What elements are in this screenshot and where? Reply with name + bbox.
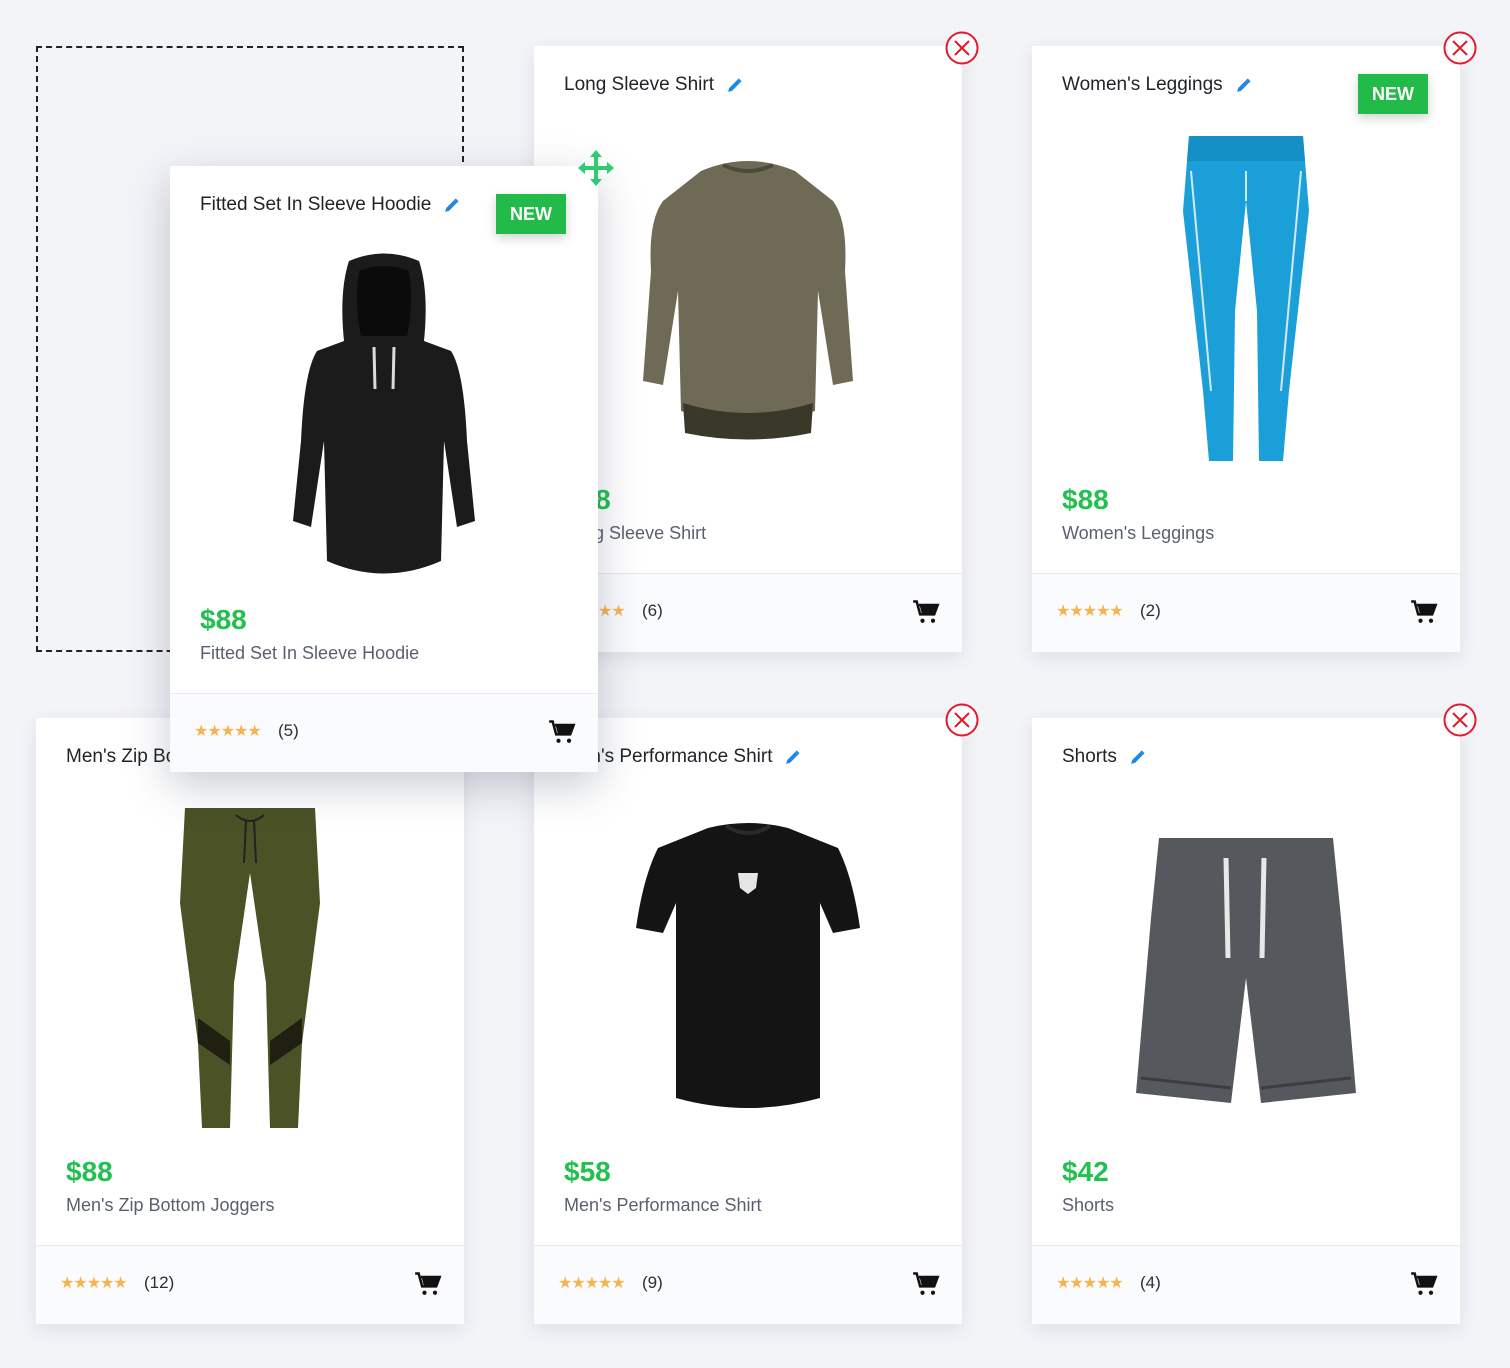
review-count: (2) xyxy=(1140,601,1161,620)
card-footer: ★★★★★ (9) xyxy=(534,1245,962,1324)
product-card-mens-zip-bottom-joggers[interactable]: Men's Zip Bottom Joggers $88 Men's Zip B… xyxy=(36,718,464,1324)
new-badge: NEW xyxy=(1358,74,1428,114)
card-footer: ★★★★★ (2) xyxy=(1032,573,1460,652)
cart-icon[interactable] xyxy=(1410,598,1438,626)
product-image xyxy=(598,126,898,476)
edit-icon[interactable] xyxy=(1129,749,1146,766)
price: $58 xyxy=(564,1156,611,1187)
leggings-image xyxy=(1183,136,1309,461)
new-badge: NEW xyxy=(496,194,566,234)
card-footer: ★★★★★ (5) xyxy=(170,693,598,772)
card-title-text: Shorts xyxy=(1062,746,1117,767)
product-image xyxy=(1096,798,1396,1148)
shorts-image xyxy=(1136,838,1356,1103)
product-image xyxy=(598,798,898,1148)
long-sleeve-shirt-image xyxy=(643,161,853,440)
cart-icon[interactable] xyxy=(548,718,576,746)
card-title-text: Long Sleeve Shirt xyxy=(564,74,714,95)
cart-icon[interactable] xyxy=(414,1270,442,1298)
move-icon[interactable] xyxy=(576,148,616,188)
joggers-image xyxy=(180,808,320,1128)
product-image xyxy=(234,246,534,596)
edit-icon[interactable] xyxy=(726,77,743,94)
card-footer: ★★★★★ (4) xyxy=(1032,1245,1460,1324)
card-title: Shorts xyxy=(1062,746,1146,768)
star-rating: ★★★★★ xyxy=(194,723,262,740)
card-title: Fitted Set In Sleeve Hoodie xyxy=(200,194,460,216)
price: $88 xyxy=(200,604,247,635)
close-icon[interactable] xyxy=(1443,703,1477,737)
card-title: Men's Performance Shirt xyxy=(564,746,801,768)
price: $42 xyxy=(1062,1156,1109,1187)
star-rating: ★★★★★ xyxy=(60,1275,128,1292)
product-name: Women's Leggings xyxy=(1062,523,1215,543)
product-card-shorts[interactable]: Shorts $42 Shorts ★★★★★ (4) xyxy=(1032,718,1460,1324)
card-footer: ★★★★★ (12) xyxy=(36,1245,464,1324)
product-card-fitted-set-in-sleeve-hoodie[interactable]: Fitted Set In Sleeve Hoodie NEW $88 Fitt… xyxy=(170,166,598,772)
product-name: Fitted Set In Sleeve Hoodie xyxy=(200,643,420,663)
card-title: Long Sleeve Shirt xyxy=(564,74,743,96)
star-rating: ★★★★★ xyxy=(1056,1275,1124,1292)
edit-icon[interactable] xyxy=(443,197,460,214)
edit-icon[interactable] xyxy=(784,749,801,766)
price: $88 xyxy=(1062,484,1109,515)
product-name: Men's Performance Shirt xyxy=(564,1195,762,1215)
cart-icon[interactable] xyxy=(1410,1270,1438,1298)
card-footer: ★★★★★ (6) xyxy=(534,573,962,652)
close-icon[interactable] xyxy=(1443,31,1477,65)
close-icon[interactable] xyxy=(945,703,979,737)
review-count: (12) xyxy=(144,1273,175,1292)
review-count: (6) xyxy=(642,601,663,620)
product-name: Men's Zip Bottom Joggers xyxy=(66,1195,275,1215)
star-rating: ★★★★★ xyxy=(1056,603,1124,620)
product-card-womens-leggings[interactable]: Women's Leggings NEW $88 Women's Legging… xyxy=(1032,46,1460,652)
review-count: (9) xyxy=(642,1273,663,1292)
review-count: (4) xyxy=(1140,1273,1161,1292)
cart-icon[interactable] xyxy=(912,598,940,626)
product-card-mens-performance-shirt[interactable]: Men's Performance Shirt $58 Men's Perfor… xyxy=(534,718,962,1324)
product-image xyxy=(100,798,400,1148)
product-name: Shorts xyxy=(1062,1195,1115,1215)
card-title-text: Fitted Set In Sleeve Hoodie xyxy=(200,194,432,215)
close-icon[interactable] xyxy=(945,31,979,65)
review-count: (5) xyxy=(278,721,299,740)
card-title: Women's Leggings xyxy=(1062,74,1252,96)
hoodie-image xyxy=(293,253,475,574)
product-card-long-sleeve-shirt[interactable]: Long Sleeve Shirt $88 Long Sleeve Shirt … xyxy=(534,46,962,652)
price: $88 xyxy=(66,1156,113,1187)
star-rating: ★★★★★ xyxy=(558,1275,626,1292)
edit-icon[interactable] xyxy=(1235,77,1252,94)
card-title-text: Women's Leggings xyxy=(1062,74,1223,95)
cart-icon[interactable] xyxy=(912,1270,940,1298)
tshirt-image xyxy=(636,823,860,1108)
product-image xyxy=(1096,126,1396,476)
